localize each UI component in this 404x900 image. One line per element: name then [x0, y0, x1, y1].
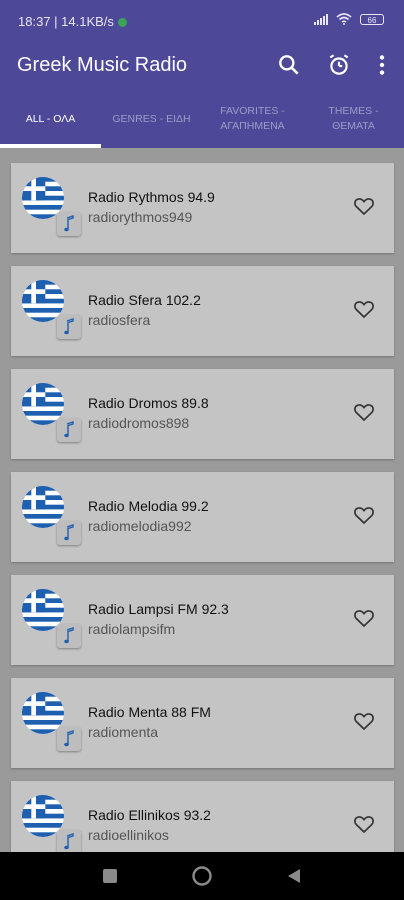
heart-outline-icon[interactable] — [352, 606, 376, 630]
tab-favorites-label-2: ΑΓΑΠΗΜΕΝΑ — [220, 120, 285, 132]
tab-bar: ALL - ΟΛΑ GENRES - ΕΙΔΗ FAVORITES - ΑΓΑΠΗ… — [0, 90, 404, 148]
tab-themes-label-2: ΘΕΜΑΤΑ — [332, 120, 375, 132]
heart-outline-icon[interactable] — [352, 194, 376, 218]
tab-all[interactable]: ALL - ΟΛΑ — [0, 90, 101, 148]
more-vert-icon[interactable] — [369, 52, 395, 78]
station-card[interactable]: Radio Rythmos 94.9 radiorythmos949 — [11, 163, 394, 253]
tab-favorites-label-1: FAVORITES - — [220, 105, 285, 117]
signal-icon — [314, 13, 328, 25]
station-name: Radio Menta 88 FM — [88, 704, 211, 720]
music-note-icon — [57, 315, 81, 339]
station-id: radiodromos898 — [88, 415, 190, 431]
station-id: radiosfera — [88, 312, 151, 328]
station-name: Radio Lampsi FM 92.3 — [88, 601, 229, 617]
station-id: radiomelodia992 — [88, 518, 192, 534]
music-note-icon — [57, 727, 81, 751]
heart-outline-icon[interactable] — [352, 709, 376, 733]
search-icon[interactable] — [276, 52, 302, 78]
app-bar: Greek Music Radio — [0, 42, 404, 90]
back-icon[interactable] — [285, 867, 303, 885]
station-card[interactable]: Radio Lampsi FM 92.3 radiolampsifm — [11, 575, 394, 665]
music-note-icon — [57, 521, 81, 545]
station-card[interactable]: Radio Sfera 102.2 radiosfera — [11, 266, 394, 356]
tab-themes-label-1: THEMES - — [328, 105, 379, 117]
status-icons: 66 — [314, 13, 384, 25]
recents-icon[interactable] — [102, 868, 118, 884]
status-bar: 18:37 | 14.1KB/s 66 — [0, 0, 404, 42]
station-id: radiomenta — [88, 724, 159, 740]
station-name: Radio Melodia 99.2 — [88, 498, 209, 514]
station-card[interactable]: Radio Dromos 89.8 radiodromos898 — [11, 369, 394, 459]
wifi-icon — [336, 13, 352, 25]
heart-outline-icon[interactable] — [352, 400, 376, 424]
station-id: radiolampsifm — [88, 621, 176, 637]
heart-outline-icon[interactable] — [352, 503, 376, 527]
app-title: Greek Music Radio — [17, 54, 188, 76]
system-nav-bar — [0, 852, 404, 900]
station-card[interactable]: Radio Melodia 99.2 radiomelodia992 — [11, 472, 394, 562]
station-name: Radio Ellinikos 93.2 — [88, 807, 211, 823]
music-note-icon — [57, 624, 81, 648]
station-list[interactable]: Radio Rythmos 94.9 radiorythmos949 Radio… — [0, 148, 404, 852]
tab-genres[interactable]: GENRES - ΕΙΔΗ — [101, 90, 202, 148]
station-card[interactable]: Radio Ellinikos 93.2 radioellinikos — [11, 781, 394, 852]
station-name: Radio Dromos 89.8 — [88, 395, 209, 411]
alarm-icon[interactable] — [326, 52, 352, 78]
music-note-icon — [57, 212, 81, 236]
status-time-wrap: 18:37 | 14.1KB/s — [18, 14, 127, 29]
music-note-icon — [57, 830, 81, 852]
home-icon[interactable] — [191, 865, 213, 887]
network-speed: 14.1KB/s — [61, 14, 114, 29]
music-note-icon — [57, 418, 81, 442]
tab-favorites[interactable]: FAVORITES - ΑΓΑΠΗΜΕΝΑ — [202, 90, 303, 148]
notification-dot-icon — [117, 18, 127, 28]
tab-genres-label: GENRES - ΕΙΔΗ — [112, 112, 191, 125]
heart-outline-icon[interactable] — [352, 297, 376, 321]
heart-outline-icon[interactable] — [352, 812, 376, 836]
station-id: radiorythmos949 — [88, 209, 193, 225]
status-time: 18:37 — [18, 14, 51, 29]
tab-themes[interactable]: THEMES - ΘΕΜΑΤΑ — [303, 90, 404, 148]
station-card[interactable]: Radio Menta 88 FM radiomenta — [11, 678, 394, 768]
station-name: Radio Rythmos 94.9 — [88, 189, 215, 205]
station-name: Radio Sfera 102.2 — [88, 292, 201, 308]
tab-all-label: ALL - ΟΛΑ — [25, 112, 76, 125]
battery-icon: 66 — [360, 13, 384, 25]
station-id: radioellinikos — [88, 827, 169, 843]
